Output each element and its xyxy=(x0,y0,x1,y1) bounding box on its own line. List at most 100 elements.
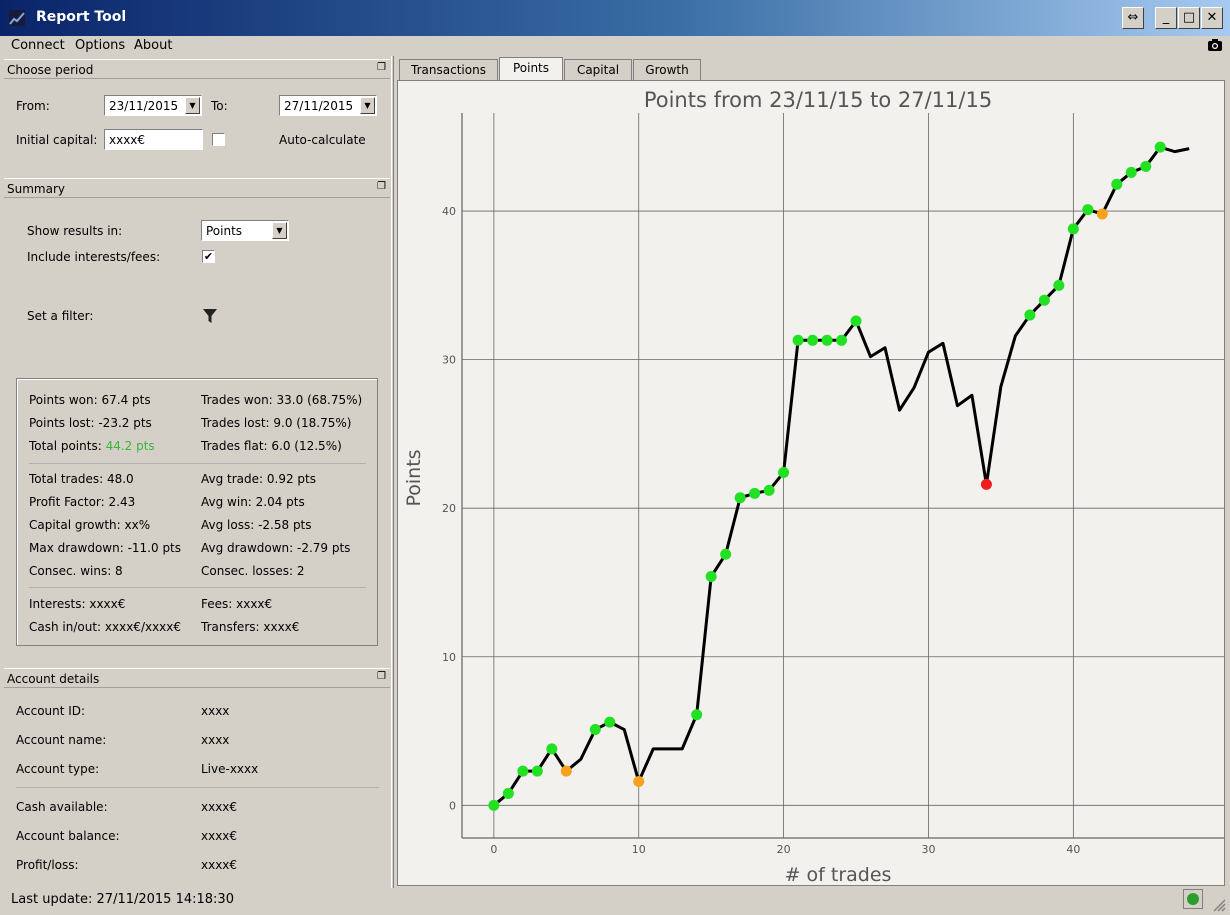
show-results-select[interactable]: Points ▼ xyxy=(201,220,289,241)
connection-status xyxy=(1183,889,1203,909)
tab-capital[interactable]: Capital xyxy=(564,59,632,80)
to-label: To: xyxy=(211,99,228,113)
account-id-value: xxxx xyxy=(201,704,230,718)
menu-options[interactable]: Options xyxy=(75,38,125,53)
points-line xyxy=(492,145,1190,807)
y-tick-label: 20 xyxy=(442,502,456,515)
trade-point-win xyxy=(763,484,775,496)
trades-flat: Trades flat: 6.0 (12.5%) xyxy=(201,439,342,453)
to-date-picker[interactable]: 27/11/2015 ▼ xyxy=(279,95,377,116)
points-chart: Points from 23/11/15 to 27/11/15 # of tr… xyxy=(403,88,1224,885)
trade-point-win xyxy=(1053,279,1065,291)
divider xyxy=(29,587,366,588)
trade-point-flat xyxy=(1096,208,1108,220)
y-tick-label: 40 xyxy=(442,205,456,218)
consec-wins: Consec. wins: 8 xyxy=(29,564,123,578)
chevron-down-icon[interactable]: ▼ xyxy=(360,97,375,114)
to-date-value: 27/11/2015 xyxy=(284,99,354,113)
cash-available-value: xxxx€ xyxy=(201,800,238,814)
filter-icon[interactable] xyxy=(202,308,218,324)
float-dock-icon[interactable]: ❐ xyxy=(377,181,386,192)
resize-grip-icon[interactable] xyxy=(1212,898,1226,912)
resize-arrows-icon[interactable]: ⇔ xyxy=(1122,7,1144,29)
initial-capital-value: xxxx€ xyxy=(109,133,146,147)
points-won: Points won: 67.4 pts xyxy=(29,393,151,407)
minimize-button[interactable]: _ xyxy=(1155,7,1177,29)
account-type-label: Account type: xyxy=(16,762,100,776)
interests: Interests: xxxx€ xyxy=(29,597,126,611)
x-tick-label: 0 xyxy=(490,843,497,856)
include-fees-checkbox[interactable]: ✔ xyxy=(202,250,215,263)
chart-x-axis-label: # of trades xyxy=(785,864,892,885)
window-title: Report Tool xyxy=(36,9,127,25)
max-drawdown: Max drawdown: -11.0 pts xyxy=(29,541,182,555)
trade-point-win xyxy=(807,334,819,346)
chevron-down-icon[interactable]: ▼ xyxy=(272,222,287,239)
account-name-label: Account name: xyxy=(16,733,107,747)
show-results-value: Points xyxy=(206,224,243,238)
menu-about[interactable]: About xyxy=(134,38,172,53)
account-details-title: Account details xyxy=(7,672,100,686)
choose-period-header: Choose period ❐ xyxy=(4,59,390,79)
avg-win: Avg win: 2.04 pts xyxy=(201,495,305,509)
trade-point-win xyxy=(517,765,529,777)
capital-growth: Capital growth: xx% xyxy=(29,518,151,532)
trade-point-win xyxy=(691,709,703,721)
trade-point-win xyxy=(546,743,558,755)
last-update-text: Last update: 27/11/2015 14:18:30 xyxy=(11,892,234,907)
chart-series xyxy=(492,145,1190,807)
trades-lost: Trades lost: 9.0 (18.75%) xyxy=(201,416,352,430)
avg-trade: Avg trade: 0.92 pts xyxy=(201,472,316,486)
trade-point-win xyxy=(705,571,717,583)
trade-point-win xyxy=(734,492,746,504)
close-button[interactable]: ✕ xyxy=(1201,7,1223,29)
menu-connect[interactable]: Connect xyxy=(11,38,65,53)
divider xyxy=(29,463,366,464)
chart-grid xyxy=(461,113,1224,839)
app-chart-icon xyxy=(9,10,25,26)
summary-title: Summary xyxy=(7,182,65,196)
trade-point-win xyxy=(1125,166,1137,178)
float-dock-icon[interactable]: ❐ xyxy=(377,671,386,682)
initial-capital-label: Initial capital: xyxy=(16,133,98,147)
trade-point-win xyxy=(778,467,790,479)
y-tick-label: 10 xyxy=(442,651,456,664)
avg-drawdown: Avg drawdown: -2.79 pts xyxy=(201,541,351,555)
summary-stats-box: Points won: 67.4 pts Trades won: 33.0 (6… xyxy=(16,378,378,646)
trade-point-win xyxy=(836,334,848,346)
profit-loss-label: Profit/loss: xyxy=(16,858,79,872)
maximize-button[interactable]: □ xyxy=(1178,7,1200,29)
chart-markers xyxy=(488,141,1166,811)
trade-point-win xyxy=(792,334,804,346)
total-trades: Total trades: 48.0 xyxy=(29,472,134,486)
tab-transactions[interactable]: Transactions xyxy=(399,59,498,80)
account-balance-label: Account balance: xyxy=(16,829,120,843)
filter-label: Set a filter: xyxy=(27,309,94,323)
from-date-value: 23/11/2015 xyxy=(109,99,179,113)
from-date-picker[interactable]: 23/11/2015 ▼ xyxy=(104,95,202,116)
tab-points[interactable]: Points xyxy=(499,57,563,81)
initial-capital-input[interactable]: xxxx€ xyxy=(104,129,203,150)
float-dock-icon[interactable]: ❐ xyxy=(377,62,386,73)
trade-point-win xyxy=(488,799,500,811)
trade-point-win xyxy=(502,787,514,799)
chevron-down-icon[interactable]: ▼ xyxy=(185,97,200,114)
account-balance-value: xxxx€ xyxy=(201,829,238,843)
transfers: Transfers: xxxx€ xyxy=(201,620,300,634)
menu-bar: Connect Options About xyxy=(0,36,1230,56)
y-tick-label: 0 xyxy=(449,799,456,812)
trade-point-win xyxy=(749,487,761,499)
camera-icon[interactable] xyxy=(1207,38,1223,52)
x-tick-label: 30 xyxy=(921,843,935,856)
choose-period-title: Choose period xyxy=(7,63,94,77)
tab-growth[interactable]: Growth xyxy=(633,59,701,80)
status-bar: Last update: 27/11/2015 14:18:30 xyxy=(0,888,1230,915)
trade-point-flat xyxy=(633,776,645,788)
splitter-handle[interactable] xyxy=(391,56,394,888)
auto-calculate-checkbox[interactable] xyxy=(212,133,225,146)
trades-won: Trades won: 33.0 (68.75%) xyxy=(201,393,363,407)
trade-point-win xyxy=(589,724,601,736)
chart-title: Points from 23/11/15 to 27/11/15 xyxy=(644,88,992,112)
total-points-value: 44.2 pts xyxy=(105,439,155,453)
show-results-label: Show results in: xyxy=(27,224,123,238)
